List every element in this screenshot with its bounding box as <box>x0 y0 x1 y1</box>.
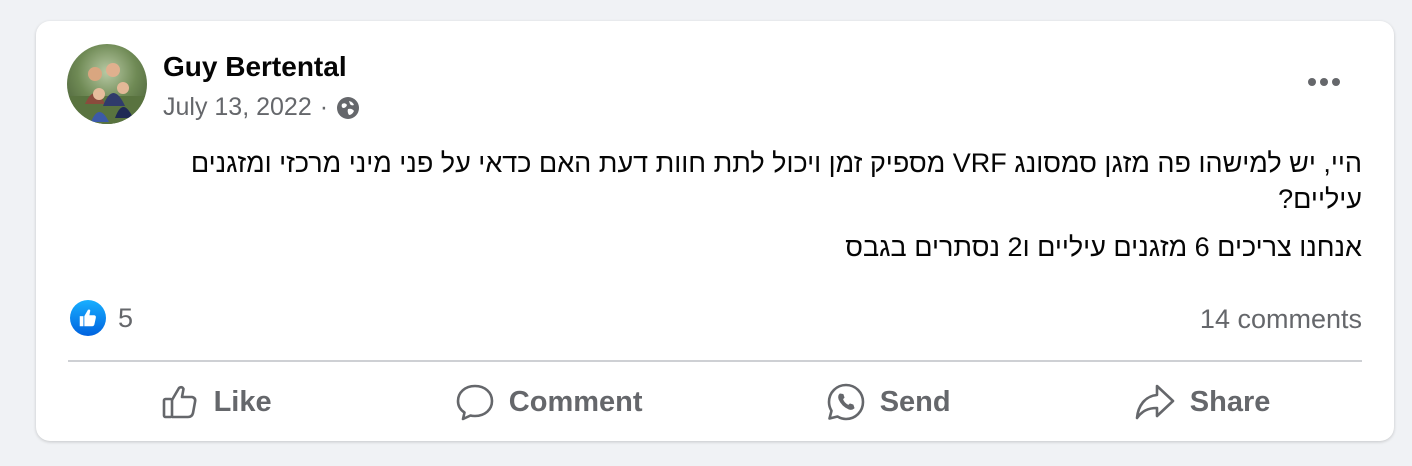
globe-icon[interactable] <box>336 96 360 120</box>
post-paragraph-1: היי, יש למישהו פה מזגן סמסונג VRF מספיק … <box>190 148 1362 214</box>
share-icon <box>1134 382 1176 422</box>
author-avatar[interactable] <box>67 44 147 124</box>
like-reaction-icon <box>70 300 106 336</box>
action-bar: Like Comment Send Share <box>68 368 1362 436</box>
reaction-count: 5 <box>118 302 134 333</box>
comment-icon <box>455 382 495 422</box>
post-meta: July 13, 2022 · <box>163 93 360 122</box>
author-name[interactable]: Guy Bertental <box>163 51 347 83</box>
reactions-summary[interactable]: 5 <box>70 300 133 336</box>
meta-separator: · <box>319 93 329 121</box>
more-options-icon[interactable] <box>1304 67 1344 97</box>
comment-button[interactable]: Comment <box>435 374 663 430</box>
like-label: Like <box>213 385 272 418</box>
send-button[interactable]: Send <box>806 374 971 430</box>
share-label: Share <box>1189 385 1271 418</box>
like-button[interactable]: Like <box>140 374 292 430</box>
post-paragraph-2: אנחנו צריכים 6 מזגנים עיליים ו2 נסתרים ב… <box>845 232 1362 262</box>
send-label: Send <box>879 385 951 418</box>
post-card: Guy Bertental July 13, 2022 · היי, יש למ… <box>36 21 1394 441</box>
whatsapp-icon <box>826 382 866 422</box>
comment-label: Comment <box>508 385 643 418</box>
comments-count[interactable]: 14 comments <box>1200 304 1362 335</box>
post-body: היי, יש למישהו פה מזגן סמסונג VRF מספיק … <box>151 145 1362 277</box>
divider <box>68 360 1362 362</box>
share-button[interactable]: Share <box>1114 374 1291 430</box>
post-date[interactable]: July 13, 2022 <box>163 93 312 122</box>
thumbs-up-icon <box>160 382 200 422</box>
